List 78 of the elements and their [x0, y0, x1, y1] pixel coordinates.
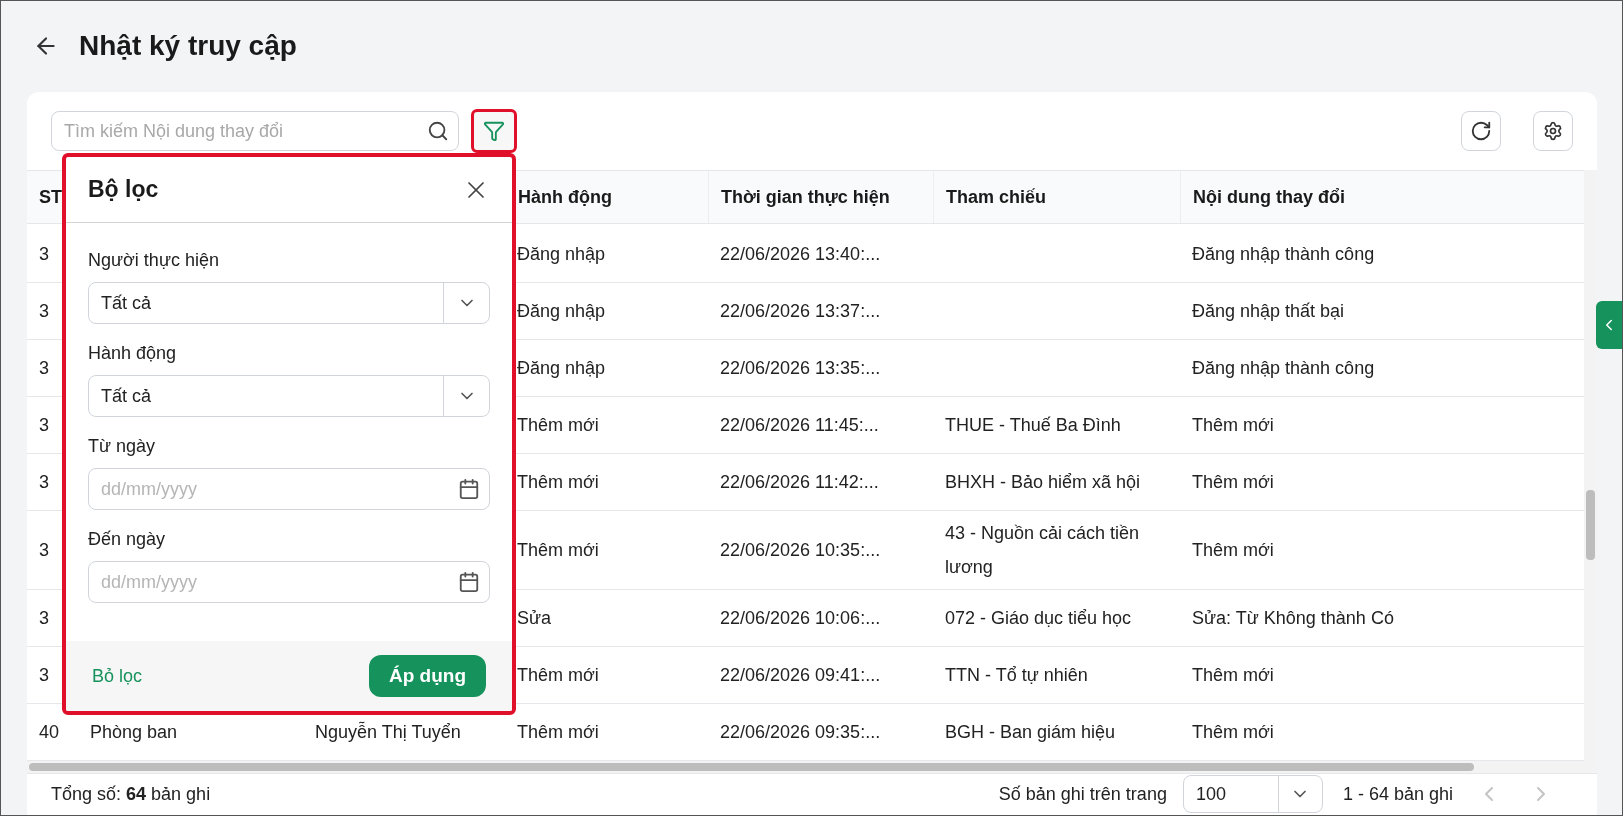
apply-button[interactable]: Áp dụng — [368, 655, 486, 697]
table-cell: 22/06/2026 09:41:... — [720, 665, 881, 685]
column-header: Hành động — [518, 185, 612, 209]
table-cell: 22/06/2026 13:37:... — [720, 301, 881, 321]
table-cell: 3 — [39, 665, 49, 685]
table-cell: Thêm mới — [1192, 540, 1274, 560]
table-cell: Đăng nhập thất bại — [1192, 301, 1345, 321]
table-cell: 3 — [39, 358, 49, 378]
table-cell: 22/06/2026 11:42:... — [720, 472, 879, 492]
record-range: 1 - 64 bản ghi — [1342, 782, 1453, 806]
total-records: Tổng số: 64 bản ghi — [51, 782, 211, 806]
table-cell-text: 43 - Nguồn cải cách tiền lương — [945, 522, 1141, 579]
calendar-icon — [458, 571, 480, 593]
table-cell-text: 072 - Giáo dục tiểu học — [945, 607, 1133, 630]
vertical-scrollbar[interactable] — [1586, 490, 1595, 560]
field-label: Hành động — [88, 342, 177, 365]
side-panel-tab[interactable] — [1596, 301, 1622, 349]
column-header: ST — [39, 185, 62, 209]
table-cell: Thêm mới — [517, 540, 599, 560]
select-field[interactable]: Tất cả — [88, 282, 490, 324]
filter-icon — [483, 120, 505, 142]
select-field[interactable]: Tất cả — [88, 375, 490, 417]
table-cell: Đăng nhập — [517, 301, 606, 321]
table-cell: 22/06/2026 13:35:... — [720, 358, 881, 378]
clear-filter-link[interactable]: Bỏ lọc — [92, 662, 143, 690]
field-label: Từ ngày — [88, 435, 156, 458]
table-cell: Thêm mới — [517, 415, 599, 435]
filter-button[interactable] — [471, 109, 517, 153]
column-header: Thời gian thực hiện — [721, 185, 890, 209]
page-size-select[interactable]: 100 — [1182, 775, 1323, 813]
table-cell: Đăng nhập — [517, 244, 606, 264]
horizontal-scrollbar[interactable] — [29, 763, 1474, 771]
table-cell-text: BGH - Ban giám hiệu — [945, 721, 1117, 744]
table-cell: 3 — [39, 608, 49, 628]
table-cell: 22/06/2026 11:45:... — [720, 415, 879, 435]
date-field[interactable]: dd/mm/yyyy — [88, 561, 490, 603]
refresh-icon — [1470, 120, 1492, 142]
table-cell-text: BHXH - Bảo hiểm xã hội — [945, 471, 1142, 494]
search-field[interactable]: Tìm kiếm Nội dung thay đổi — [51, 111, 459, 151]
refresh-button[interactable] — [1461, 111, 1501, 151]
table-cell: 40 — [39, 722, 60, 742]
search-icon — [427, 120, 449, 142]
table-cell: Nguyễn Thị Tuyển — [315, 722, 461, 742]
table-cell: 22/06/2026 10:35:... — [720, 540, 881, 560]
date-field[interactable]: dd/mm/yyyy — [88, 468, 490, 510]
table-cell-text: THUE - Thuế Ba Đình — [945, 414, 1122, 437]
table-cell: Thêm mới — [1192, 415, 1274, 435]
calendar-icon — [458, 478, 480, 500]
table-cell: 22/06/2026 13:40:... — [720, 244, 881, 264]
table-cell: 3 — [39, 540, 49, 560]
table-cell: Đăng nhập — [517, 358, 606, 378]
field-label: Đến ngày — [88, 528, 166, 551]
table-cell: 22/06/2026 10:06:... — [720, 608, 881, 628]
table-cell: 22/06/2026 09:35:... — [720, 722, 881, 742]
table-cell: 3 — [39, 415, 49, 435]
table-cell: 3 — [39, 244, 49, 264]
table-cell-text: TTN - Tổ tự nhiên — [945, 664, 1089, 687]
table-cell: Thêm mới — [1192, 665, 1274, 685]
table-cell: Đăng nhập thành công — [1192, 358, 1375, 378]
table-cell: Đăng nhập thành công — [1192, 244, 1375, 264]
column-header: Nội dung thay đổi — [1193, 185, 1345, 209]
table-cell: 3 — [39, 301, 49, 321]
page-title: Nhật ký truy cập — [79, 29, 297, 63]
table-cell: Sửa — [517, 608, 552, 628]
filter-title: Bộ lọc — [88, 175, 159, 205]
field-label: Người thực hiện — [88, 249, 219, 272]
table-cell: Sửa: Từ Không thành Có — [1192, 608, 1394, 628]
table-cell: 3 — [39, 472, 49, 492]
table-cell: Thêm mới — [517, 472, 599, 492]
table-cell: Thêm mới — [517, 722, 599, 742]
settings-button[interactable] — [1533, 111, 1573, 151]
table-cell: Thêm mới — [1192, 472, 1274, 492]
table-cell: Phòng ban — [90, 722, 178, 742]
table-cell: Thêm mới — [517, 665, 599, 685]
column-header: Tham chiếu — [946, 185, 1047, 209]
settings-icon — [1543, 121, 1563, 141]
page-size-label: Số bản ghi trên trang — [998, 782, 1167, 806]
table-cell: Thêm mới — [1192, 722, 1274, 742]
